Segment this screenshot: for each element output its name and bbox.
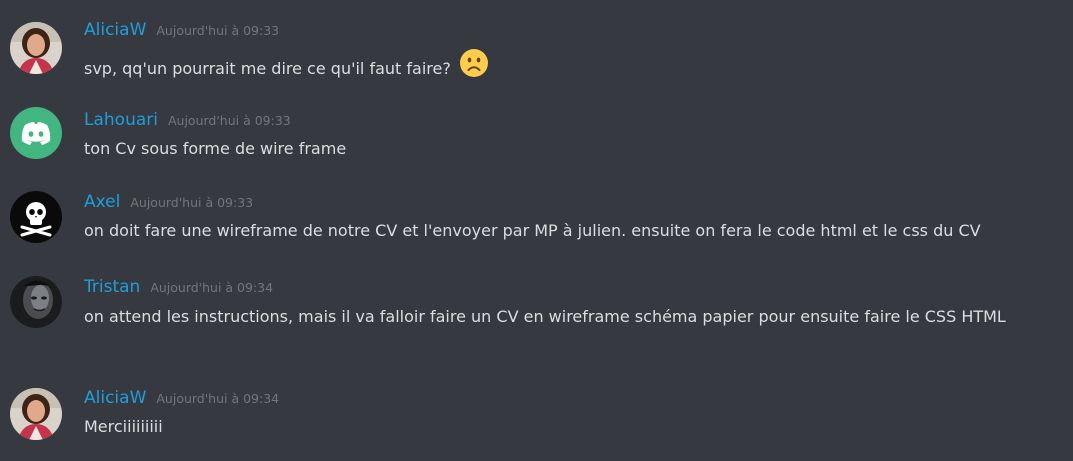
timestamp: Aujourd'hui à 09:33 [167,113,291,128]
message-text-body: on attend les instructions, mais il va f… [84,307,1006,326]
timestamp: Aujourd'hui à 09:33 [130,195,254,210]
dark-face-avatar-icon [10,276,62,328]
timestamp: Aujourd'hui à 09:34 [150,280,274,295]
avatar[interactable] [10,191,62,243]
username[interactable]: AliciaW [84,388,146,408]
username[interactable]: Axel [84,192,120,212]
message: Axel Aujourd'hui à 09:33 on doit fare une… [0,191,1073,251]
username[interactable]: Lahouari [84,110,158,130]
slightly-frowning-face-icon [459,48,489,87]
message-text-body: svp, qq'un pourrait me dire ce qu'il fau… [84,59,451,78]
avatar[interactable] [10,107,62,159]
jolly-roger-avatar-icon [10,191,62,243]
woman-photo-avatar-icon [10,388,62,440]
message-header: AliciaW Aujourd'hui à 09:33 [84,20,279,40]
timestamp: Aujourd'hui à 09:33 [156,23,280,38]
message-header: Axel Aujourd'hui à 09:33 [84,192,253,212]
username[interactable]: Tristan [84,277,140,297]
timestamp: Aujourd'hui à 09:34 [156,391,280,406]
message-text: ton Cv sous forme de wire frame [84,135,1059,163]
message-text-body: on doit fare une wireframe de notre CV e… [84,221,981,240]
message: AliciaW Aujourd'hui à 09:33 svp, qq'un po… [0,20,1073,82]
message-text-body: Merciiiiiiiii [84,417,163,436]
avatar[interactable] [10,276,62,328]
message-header: Lahouari Aujourd'hui à 09:33 [84,110,291,130]
message-text: Merciiiiiiiii [84,413,1059,441]
message: Lahouari Aujourd'hui à 09:33 ton Cv sous … [0,107,1073,167]
discord-logo-avatar-icon [10,107,62,159]
woman-photo-avatar-icon [10,22,62,74]
message-header: AliciaW Aujourd'hui à 09:34 [84,388,279,408]
avatar[interactable] [10,388,62,440]
message-text: on attend les instructions, mais il va f… [84,303,1059,331]
message: AliciaW Aujourd'hui à 09:34 Merciiiiiiiii [0,388,1073,448]
username[interactable]: AliciaW [84,20,146,40]
message-text: svp, qq'un pourrait me dire ce qu'il fau… [84,48,1059,89]
chat-message-list: AliciaW Aujourd'hui à 09:33 svp, qq'un po… [0,0,1073,461]
avatar[interactable] [10,22,62,74]
message: Tristan Aujourd'hui à 09:34 on attend les… [0,276,1073,366]
message-header: Tristan Aujourd'hui à 09:34 [84,277,273,297]
message-text: on doit fare une wireframe de notre CV e… [84,217,1059,245]
message-text-body: ton Cv sous forme de wire frame [84,139,347,158]
